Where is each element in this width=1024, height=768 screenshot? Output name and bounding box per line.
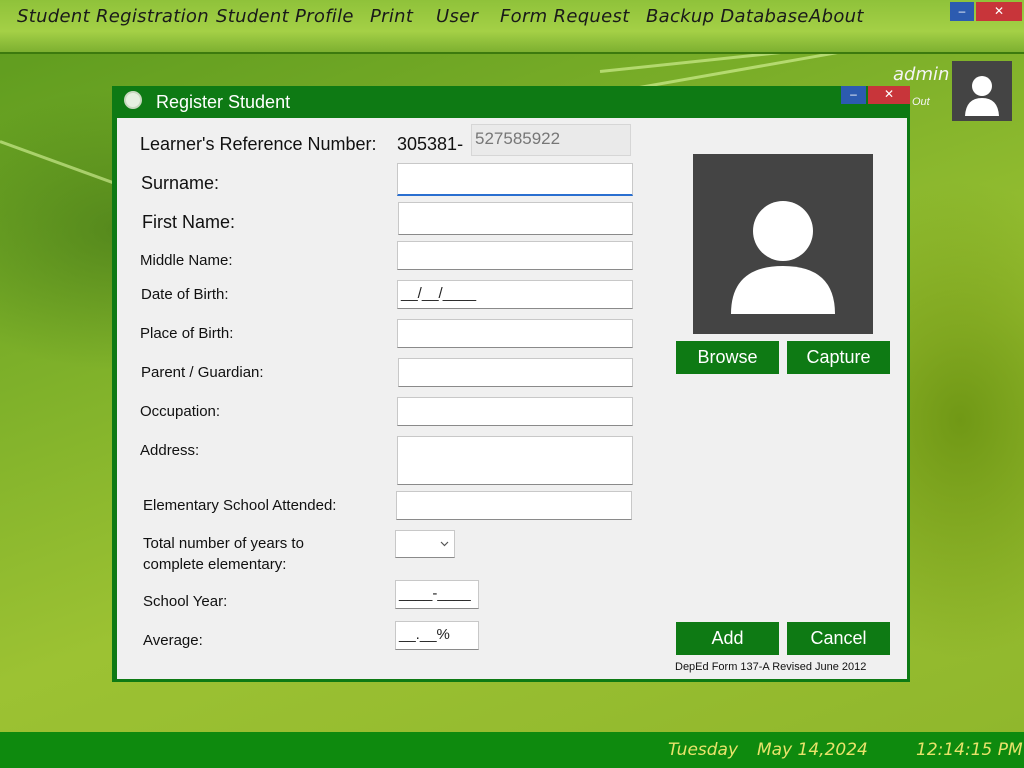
dialog-close-button[interactable]: ✕ [868,86,910,104]
dob-field[interactable]: __/__/____ [397,280,633,309]
menu-about[interactable]: About [809,6,864,32]
elementary-school-label: Elementary School Attended: [143,497,337,514]
average-field[interactable]: __.__% [395,621,479,650]
background-streak [0,140,114,184]
middlename-label: Middle Name: [140,252,233,269]
status-date: May 14,2024 [757,740,868,760]
user-icon [731,201,835,314]
years-dropdown[interactable] [395,530,455,558]
occupation-label: Occupation: [140,403,221,420]
register-student-dialog: Register Student – ✕ Learner's Reference… [112,86,910,682]
elementary-school-field[interactable] [396,491,632,520]
capture-button[interactable]: Capture [787,341,890,374]
dialog-title: Register Student [156,92,291,112]
years-label-line2: complete elementary: [143,556,287,573]
menu-user[interactable]: User [436,6,478,32]
status-bar: Tuesday May 14,2024 12:14:15 PM [0,732,1024,768]
guardian-field[interactable] [398,358,633,387]
minimize-icon: – [850,87,857,101]
username: admin [893,64,950,85]
menu-student-registration[interactable]: Student Registration [17,6,209,32]
surname-label: Surname: [141,173,220,193]
middlename-field[interactable] [397,241,633,270]
school-year-label: School Year: [143,593,228,610]
average-label: Average: [143,632,203,649]
firstname-label: First Name: [142,212,236,232]
school-year-field[interactable]: ____-____ [395,580,479,609]
student-photo [693,154,873,334]
logout-link[interactable]: Out [912,96,930,108]
surname-field[interactable] [397,163,633,196]
dob-label: Date of Birth: [141,286,229,303]
address-field[interactable] [397,436,633,485]
minimize-icon: – [958,4,966,18]
status-day: Tuesday [668,740,739,760]
chevron-down-icon [440,541,449,547]
close-icon: ✕ [883,87,895,101]
window-close-button[interactable]: ✕ [976,2,1022,21]
menu-bar: Student Registration Student Profile Pri… [0,0,1024,54]
status-time: 12:14:15 PM [916,740,1023,760]
menu-form-request[interactable]: Form Request [500,6,630,32]
add-button[interactable]: Add [676,622,779,655]
cancel-button[interactable]: Cancel [787,622,890,655]
guardian-label: Parent / Guardian: [141,364,264,381]
menu-student-profile[interactable]: Student Profile [216,6,354,32]
close-icon: ✕ [993,4,1005,18]
form-note: DepEd Form 137-A Revised June 2012 [675,661,867,673]
lrn-field: 527585922 [471,124,631,156]
occupation-field[interactable] [397,397,633,426]
menu-print[interactable]: Print [370,6,413,32]
menu-backup-database[interactable]: Backup Database [646,6,809,32]
browse-button[interactable]: Browse [676,341,779,374]
dialog-minimize-button[interactable]: – [841,86,866,104]
dialog-body: Learner's Reference Number: 305381- 5275… [117,118,907,679]
address-label: Address: [140,442,200,459]
window-minimize-button[interactable]: – [950,2,974,21]
firstname-field[interactable] [398,202,633,235]
user-avatar[interactable] [952,61,1012,121]
pob-label: Place of Birth: [140,325,234,342]
years-label: Total number of years to [143,535,304,552]
deped-seal-icon [124,91,142,109]
lrn-prefix: 305381- [397,134,464,154]
pob-field[interactable] [397,319,633,348]
user-icon [965,76,999,116]
lrn-label: Learner's Reference Number: [140,134,377,154]
